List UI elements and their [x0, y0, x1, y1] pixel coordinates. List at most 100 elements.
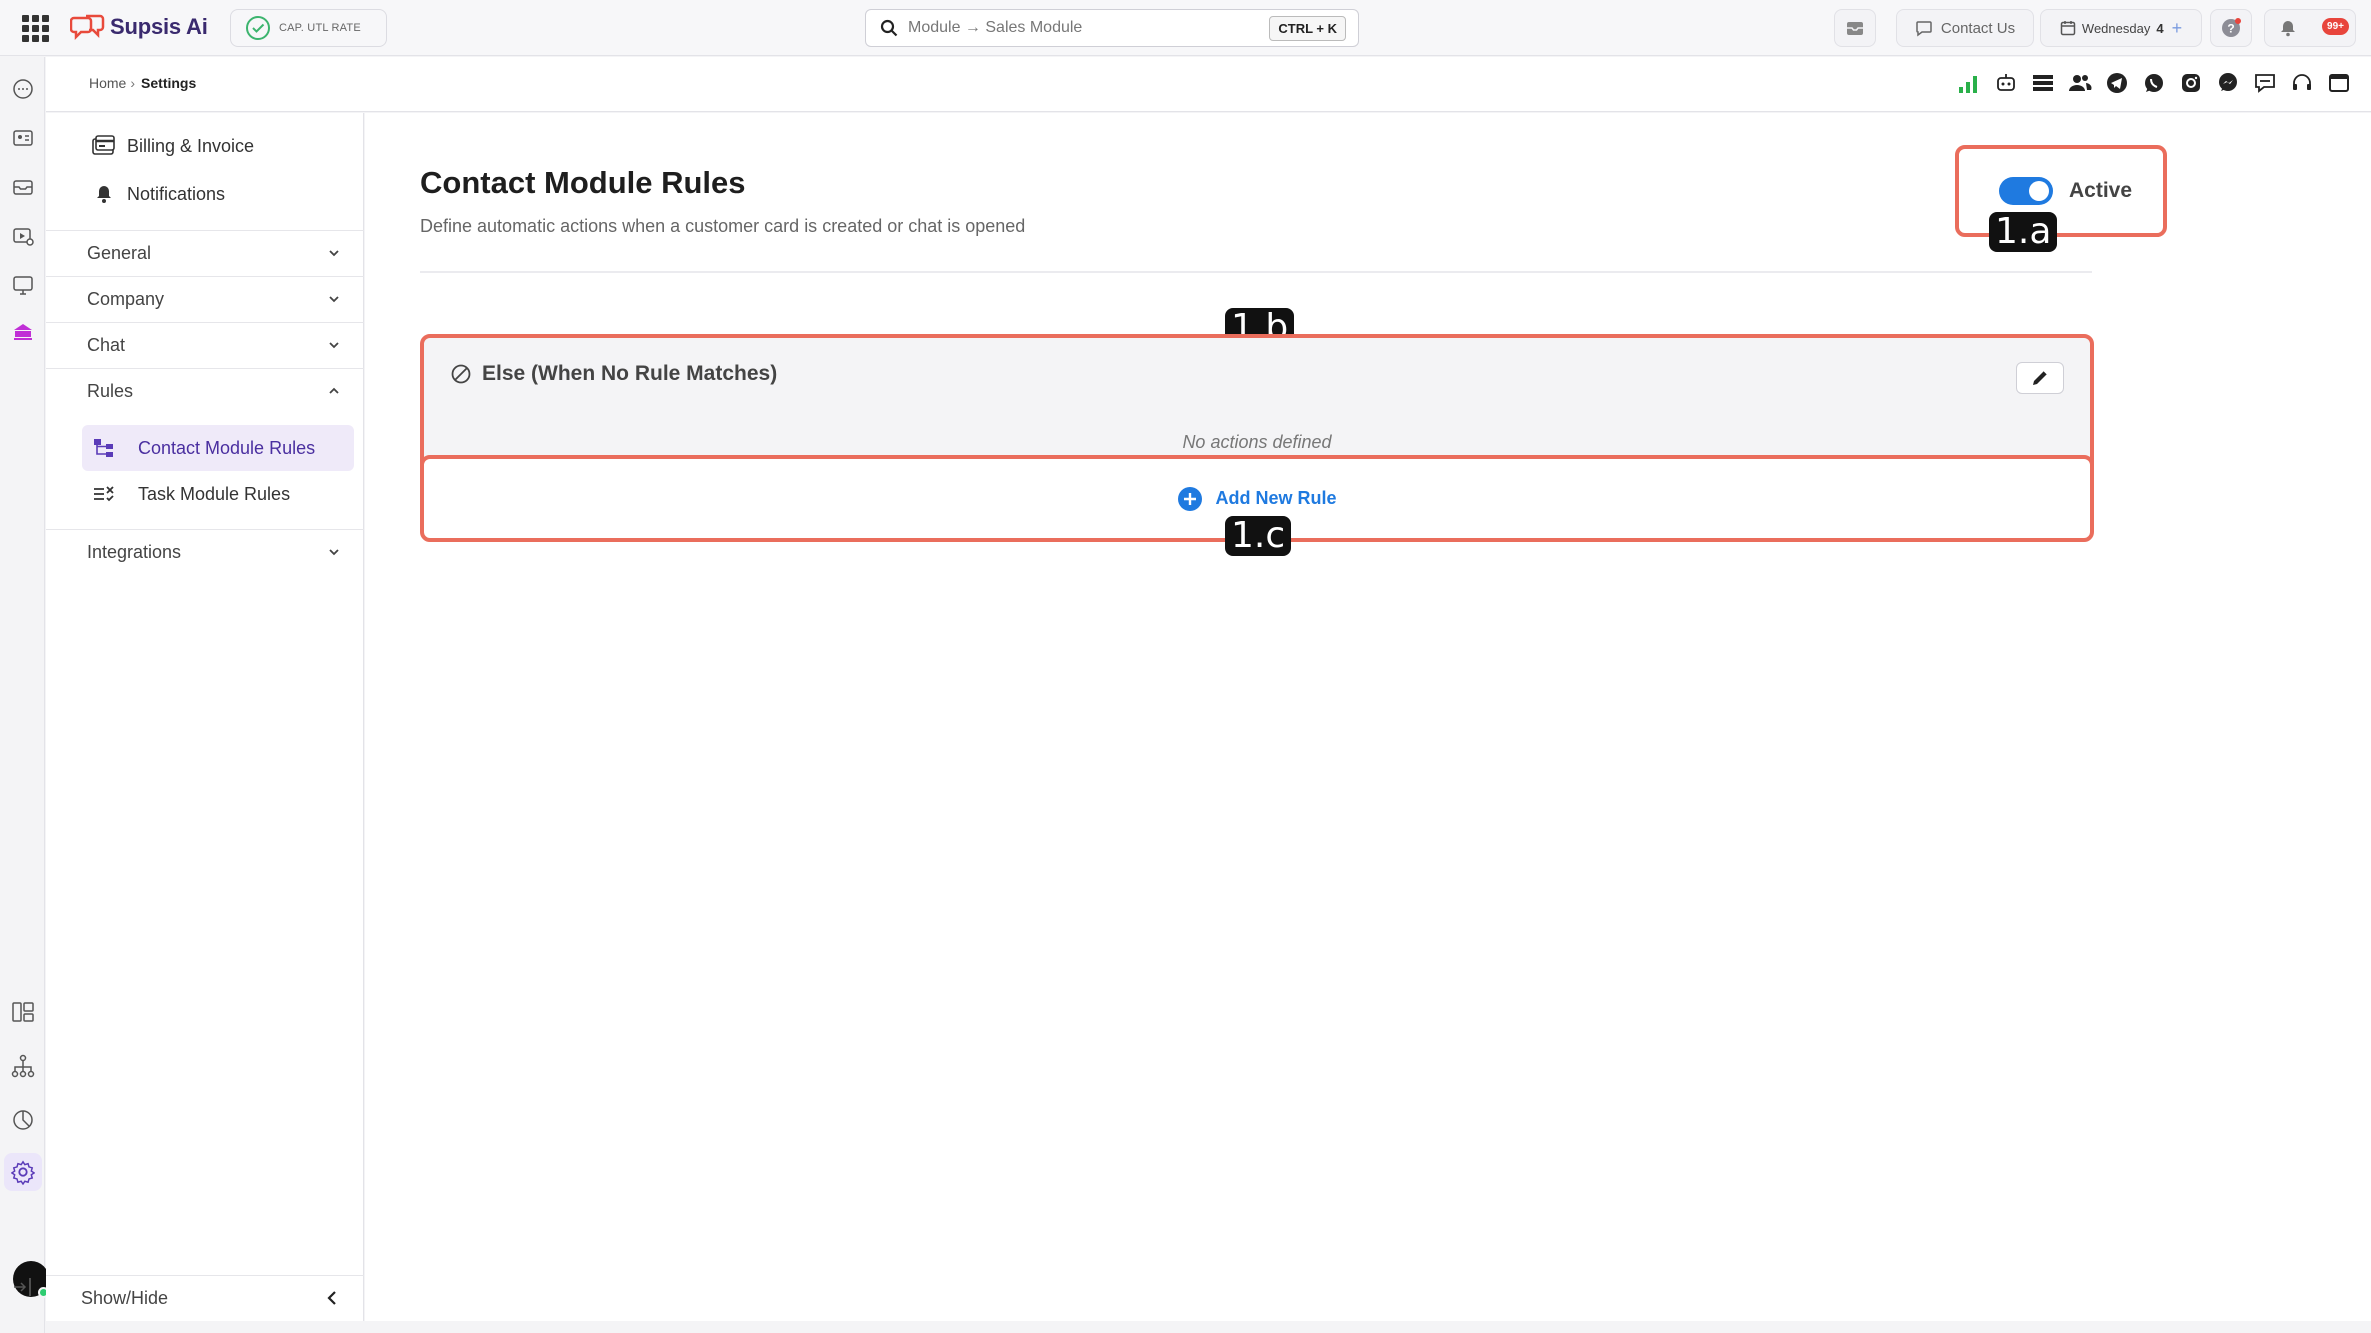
global-search[interactable]: Module → Sales Module CTRL + K: [865, 9, 1359, 47]
headset-icon[interactable]: [2290, 71, 2314, 95]
rail-institution-icon[interactable]: [11, 320, 35, 344]
chat-bubble-icon: [1916, 21, 1932, 37]
apps-grid-icon[interactable]: [22, 15, 49, 42]
inbox-button[interactable]: [1834, 9, 1876, 47]
chevron-down-icon: [326, 337, 342, 353]
rail-contacts-icon[interactable]: [11, 126, 35, 150]
help-button[interactable]: ?: [2210, 9, 2252, 47]
search-shortcut: CTRL + K: [1269, 15, 1346, 41]
active-toggle-container: Active: [1955, 145, 2167, 237]
show-hide-label: Show/Hide: [81, 1288, 169, 1308]
help-icon: ?: [2222, 18, 2241, 37]
bot-icon[interactable]: [1994, 71, 2018, 95]
settings-sidebar: Billing & Invoice Notifications General …: [46, 113, 364, 1321]
breadcrumb-home[interactable]: Home: [89, 75, 126, 91]
telegram-icon[interactable]: [2105, 71, 2129, 95]
sidebar-section-general[interactable]: General: [46, 230, 364, 276]
contact-us-button[interactable]: Contact Us: [1896, 9, 2034, 47]
else-rule-header: Else (When No Rule Matches): [450, 362, 777, 386]
add-event-icon[interactable]: +: [2172, 18, 2183, 39]
rail-layout-icon[interactable]: [11, 1000, 35, 1024]
notifications-button[interactable]: 99+: [2264, 9, 2356, 47]
search-icon: [880, 19, 898, 37]
rail-hierarchy-icon[interactable]: [11, 1054, 35, 1078]
flow-rules-icon: [92, 436, 116, 460]
logo-icon: [70, 14, 105, 41]
contact-us-label: Contact Us: [1940, 19, 2016, 37]
sidebar-item-label: Task Module Rules: [138, 483, 291, 504]
rail-logout-icon[interactable]: [11, 1275, 35, 1299]
prohibited-icon: [451, 364, 471, 384]
sidebar-section-rules[interactable]: Rules: [46, 368, 364, 414]
rail-settings-icon[interactable]: [11, 1160, 35, 1185]
sidebar-item-label: Billing & Invoice: [127, 135, 255, 156]
bell-icon: [2281, 21, 2295, 37]
users-icon[interactable]: [2068, 71, 2092, 95]
app-name: Supsis Ai: [110, 14, 208, 39]
window-icon[interactable]: [2327, 71, 2351, 95]
annotation-tag-1a: 1.a: [1989, 212, 2058, 252]
search-placeholder: Module → Sales Module: [908, 19, 1083, 36]
no-actions-text: No actions defined: [1182, 432, 1332, 452]
bell-icon: [91, 181, 117, 207]
chevron-down-icon: [326, 544, 342, 560]
date-number: 4: [2156, 20, 2164, 36]
chevron-up-icon: [326, 383, 342, 399]
instagram-icon[interactable]: [2179, 71, 2203, 95]
sidebar-item-label: Notifications: [127, 183, 226, 204]
sms-icon[interactable]: [2253, 71, 2277, 95]
main-content: Contact Module Rules Define automatic ac…: [365, 113, 2371, 1321]
edit-rule-button[interactable]: [2016, 362, 2064, 394]
add-new-rule-label: Add New Rule: [1215, 488, 1337, 508]
svg-text:?: ?: [2227, 22, 2234, 36]
sidebar-section-integrations[interactable]: Integrations: [46, 529, 364, 575]
page-subtitle: Define automatic actions when a customer…: [420, 216, 1026, 236]
active-toggle-switch[interactable]: [1999, 177, 2053, 205]
whatsapp-icon[interactable]: [2142, 71, 2166, 95]
section-label: Rules: [87, 381, 134, 401]
signal-bars-icon[interactable]: [1957, 71, 1981, 95]
cap-label: CAP. UTL RATE: [279, 22, 361, 34]
rail-inbox-icon[interactable]: [11, 175, 35, 199]
messenger-icon[interactable]: [2216, 71, 2240, 95]
app-logo[interactable]: Supsis Ai: [70, 12, 208, 42]
annotation-tag-1c: 1.c: [1225, 516, 1292, 556]
sidebar-item-notifications[interactable]: Notifications: [91, 181, 225, 207]
channel-icons: [1957, 71, 2351, 95]
section-label: General: [87, 243, 152, 263]
else-rule-title: Else (When No Rule Matches): [482, 362, 778, 385]
active-toggle-label: Active: [2069, 179, 2133, 202]
breadcrumb-current: Settings: [141, 75, 197, 91]
section-label: Integrations: [87, 542, 182, 562]
icon-rail: [0, 57, 49, 1333]
list-icon[interactable]: [2031, 71, 2055, 95]
breadcrumb: Home › Settings: [89, 75, 196, 91]
show-hide-toggle[interactable]: Show/Hide: [46, 1275, 364, 1321]
sidebar-item-billing[interactable]: Billing & Invoice: [91, 133, 254, 159]
calendar-button[interactable]: Wednesday 4 +: [2040, 9, 2202, 47]
sidebar-item-label: Contact Module Rules: [138, 437, 316, 458]
rail-chat-icon[interactable]: [11, 77, 35, 101]
rail-reports-icon[interactable]: [11, 1108, 35, 1132]
cap-utilization-pill[interactable]: CAP. UTL RATE: [230, 9, 387, 47]
chevron-left-icon: [324, 1289, 342, 1307]
inbox-icon: [1847, 22, 1863, 35]
chevron-down-icon: [326, 291, 342, 307]
section-label: Company: [87, 289, 165, 309]
rail-monitor-icon[interactable]: [11, 273, 35, 297]
task-rules-icon: [92, 482, 116, 506]
sidebar-item-task-module-rules[interactable]: Task Module Rules: [82, 471, 354, 517]
sidebar-item-contact-module-rules[interactable]: Contact Module Rules: [82, 425, 354, 471]
chevron-down-icon: [326, 245, 342, 261]
date-day: Wednesday: [2081, 20, 2151, 36]
breadcrumb-separator: ›: [130, 75, 136, 91]
sidebar-section-chat[interactable]: Chat: [46, 322, 364, 368]
billing-icon: [91, 133, 117, 159]
pencil-icon: [2033, 370, 2048, 385]
sidebar-section-company[interactable]: Company: [46, 276, 364, 322]
top-bar: Supsis Ai CAP. UTL RATE Module → Sales M…: [0, 0, 2371, 56]
rail-media-settings-icon[interactable]: [11, 224, 35, 248]
notification-badge: 99+: [2322, 18, 2349, 35]
header-divider: [420, 271, 2092, 273]
calendar-icon: [2060, 21, 2076, 36]
